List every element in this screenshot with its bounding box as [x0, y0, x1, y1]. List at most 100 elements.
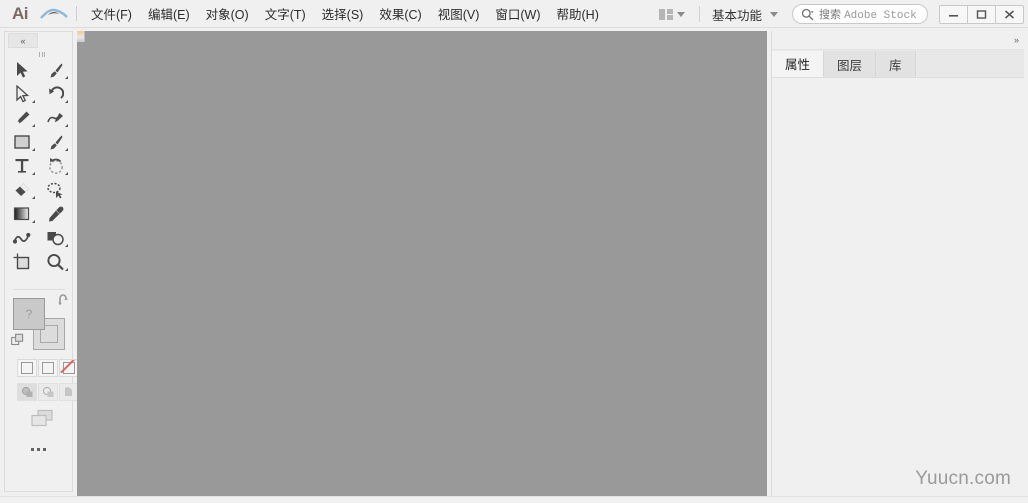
- tab-properties[interactable]: 属性: [772, 51, 825, 77]
- pen-nib-icon: [16, 111, 29, 123]
- status-bar: [0, 496, 1028, 503]
- maximize-button[interactable]: [967, 4, 996, 24]
- color-mode-button[interactable]: [17, 359, 37, 377]
- illustrator-window: Ai 文件(F) 编辑(E) 对象(O) 文字(T) 选择(S) 效果(C) 视…: [0, 0, 1028, 503]
- edit-toolbar-button[interactable]: [5, 441, 72, 457]
- direct-selection-tool[interactable]: [5, 82, 39, 106]
- selection-tool[interactable]: [5, 58, 39, 82]
- draw-inside-icon: [64, 387, 72, 396]
- selection-arrow-icon: [16, 62, 28, 78]
- menu-object[interactable]: 对象(O): [198, 0, 257, 28]
- panel-titlebar: »: [772, 31, 1024, 50]
- swap-fill-stroke-icon[interactable]: [57, 293, 71, 307]
- right-dock-panel: » 属性 图层 库: [771, 31, 1024, 496]
- tools-divider: [13, 289, 65, 290]
- draw-normal-button[interactable]: [17, 383, 37, 401]
- rectangle-tool[interactable]: [5, 130, 39, 154]
- rotate-icon: [49, 85, 64, 99]
- blob-brush-icon: [50, 135, 63, 149]
- pen-tool[interactable]: [5, 106, 39, 130]
- menu-view[interactable]: 视图(V): [430, 0, 488, 28]
- tools-panel-grip[interactable]: [35, 51, 49, 57]
- screen-mode-button[interactable]: [29, 408, 57, 428]
- direct-selection-arrow-icon: [15, 85, 29, 103]
- home-icon[interactable]: [34, 0, 74, 28]
- draw-mode-buttons: [17, 383, 79, 401]
- maximize-icon: [976, 9, 987, 19]
- fill-stroke-control: ?: [11, 294, 68, 351]
- blend-tool[interactable]: [5, 226, 39, 250]
- draw-behind-icon: [42, 386, 53, 397]
- document-tab-marker: [77, 31, 85, 42]
- toolbar-divider: [698, 6, 700, 22]
- document-canvas[interactable]: [77, 31, 767, 496]
- search-input[interactable]: 搜索 Adobe Stock: [792, 4, 928, 24]
- gradient-tool[interactable]: [5, 202, 39, 226]
- type-tool[interactable]: [5, 154, 39, 178]
- menu-file[interactable]: 文件(F): [83, 0, 140, 28]
- menu-bar: Ai 文件(F) 编辑(E) 对象(O) 文字(T) 选择(S) 效果(C) 视…: [0, 0, 1028, 28]
- menu-effect[interactable]: 效果(C): [371, 0, 429, 28]
- artboard-tool[interactable]: [5, 250, 39, 274]
- window-controls: [939, 4, 1024, 24]
- zoom-tool[interactable]: [39, 250, 72, 274]
- close-icon: [1005, 9, 1014, 19]
- panel-content: [772, 78, 1024, 488]
- minimize-button[interactable]: [939, 4, 968, 24]
- chevron-down-icon: [770, 11, 778, 17]
- screen-mode-icon: [31, 409, 53, 426]
- tools-panel-header: «: [5, 32, 72, 50]
- eyedropper-icon: [49, 206, 64, 222]
- lasso-tool[interactable]: [39, 178, 72, 202]
- tools-panel: « ?: [4, 31, 79, 492]
- menu-window[interactable]: 窗口(W): [487, 0, 548, 28]
- workspace-label: 基本功能: [711, 8, 762, 23]
- draw-behind-button[interactable]: [38, 383, 58, 401]
- workspace-switcher[interactable]: 基本功能: [708, 0, 782, 28]
- tool-grid: [5, 58, 72, 274]
- pencil-tool[interactable]: [39, 106, 72, 130]
- gradient-mode-button[interactable]: [38, 359, 58, 377]
- menu-items: 文件(F) 编辑(E) 对象(O) 文字(T) 选择(S) 效果(C) 视图(V…: [83, 0, 607, 28]
- close-button[interactable]: [995, 4, 1024, 24]
- menu-select[interactable]: 选择(S): [314, 0, 372, 28]
- paintbrush-tool[interactable]: [39, 58, 72, 82]
- draw-normal-icon: [21, 386, 32, 397]
- menu-divider: [76, 6, 77, 21]
- arrange-documents-icon: [658, 8, 673, 20]
- type-t-icon: [15, 159, 29, 173]
- menu-edit[interactable]: 编辑(E): [140, 0, 198, 28]
- chevron-down-icon: [676, 11, 685, 17]
- none-mode-button[interactable]: [59, 359, 79, 377]
- expand-panels-icon[interactable]: »: [1014, 35, 1019, 45]
- app-logo-icon: Ai: [12, 3, 29, 23]
- magnifier-icon: [47, 253, 64, 271]
- artboard-icon: [13, 253, 29, 270]
- menu-type[interactable]: 文字(T): [257, 0, 314, 28]
- arrange-documents-button[interactable]: [653, 0, 691, 28]
- watermark: Yuucn.com: [915, 468, 1011, 489]
- collapse-panel-button[interactable]: «: [8, 33, 38, 48]
- eraser-icon: [15, 183, 29, 196]
- lasso-icon: [47, 182, 63, 198]
- pencil-icon: [47, 112, 63, 122]
- tab-layers[interactable]: 图层: [824, 51, 877, 77]
- search-icon: [801, 8, 814, 20]
- fill-swatch[interactable]: ?: [13, 298, 45, 330]
- rotate-tool[interactable]: [39, 82, 72, 106]
- paintbrush-icon: [50, 63, 63, 77]
- minimize-icon: [949, 14, 958, 17]
- menu-help[interactable]: 帮助(H): [549, 0, 607, 28]
- default-fill-stroke-icon[interactable]: [11, 333, 25, 347]
- menu-bar-right: 基本功能 搜索 Adobe Stock: [653, 0, 1028, 28]
- eyedropper-tool[interactable]: [39, 202, 72, 226]
- paintbrush2-tool[interactable]: [39, 130, 72, 154]
- scale-tool[interactable]: [39, 154, 72, 178]
- shape-builder-tool[interactable]: [39, 226, 72, 250]
- tab-libraries[interactable]: 库: [876, 51, 916, 77]
- eraser-tool[interactable]: [5, 178, 39, 202]
- color-mode-buttons: [17, 359, 79, 377]
- draw-inside-button[interactable]: [59, 383, 79, 401]
- search-placeholder: 搜索 Adobe Stock: [819, 9, 917, 22]
- rectangle-icon: [14, 135, 30, 149]
